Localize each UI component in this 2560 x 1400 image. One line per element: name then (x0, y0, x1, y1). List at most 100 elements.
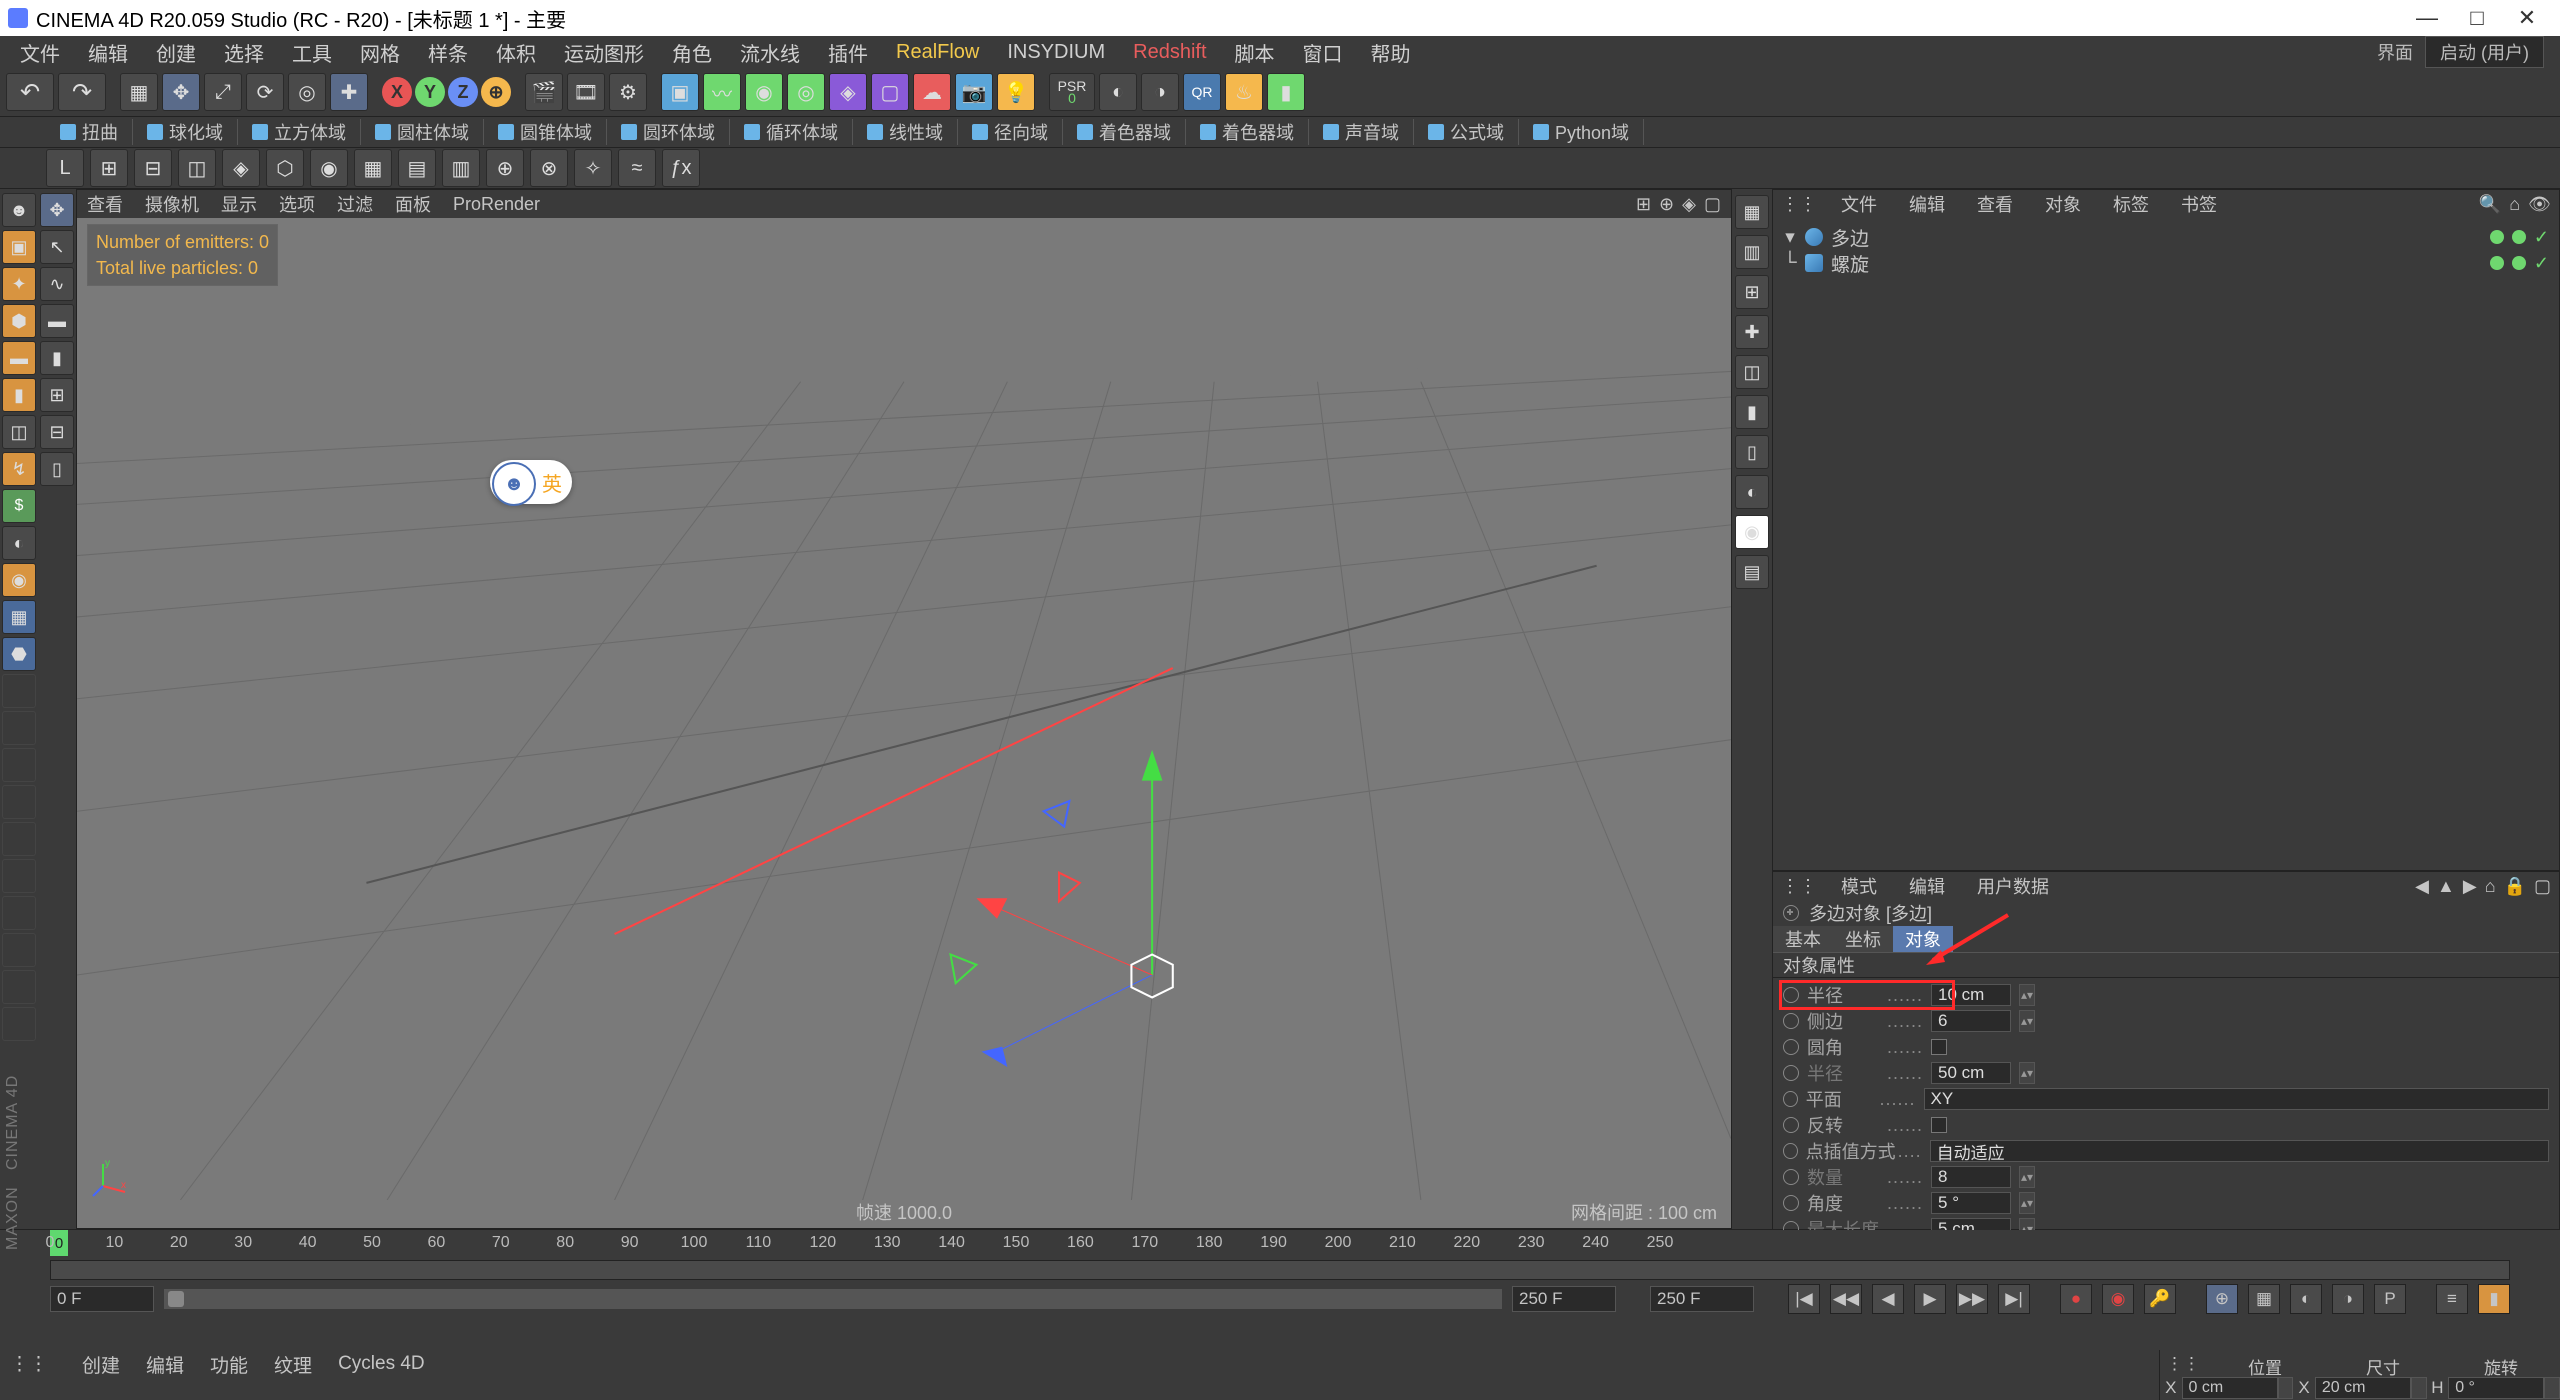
t2-12[interactable]: ⊗ (530, 149, 568, 187)
spinner-icon[interactable]: ▴▾ (2019, 1192, 2035, 1214)
generator-2[interactable]: ◎ (787, 73, 825, 111)
keyframe-icon[interactable] (1783, 1091, 1798, 1107)
menu-文件[interactable]: 文件 (6, 38, 74, 67)
menu-编辑[interactable]: 编辑 (74, 38, 142, 67)
t2-5[interactable]: ◈ (222, 149, 260, 187)
vp-menu-查看[interactable]: 查看 (87, 191, 123, 217)
mat-tab-功能[interactable]: 功能 (210, 1351, 248, 1378)
deformer-button[interactable]: ◈ (829, 73, 867, 111)
recent-tool-2[interactable]: ✚ (330, 73, 368, 111)
redo-button[interactable]: ↷ (58, 73, 106, 111)
cube-primitive[interactable]: ▣ (661, 73, 699, 111)
tl-end-field[interactable]: 250 F (1512, 1286, 1616, 1312)
t2-14[interactable]: ≈ (618, 149, 656, 187)
t2-8[interactable]: ▦ (354, 149, 392, 187)
attr-nav-back[interactable]: ◀ (2415, 876, 2429, 897)
render-dot[interactable] (2512, 230, 2526, 244)
obj-home-icon[interactable]: ⌂ (2509, 194, 2520, 215)
attr-tab-坐标[interactable]: 坐标 (1833, 926, 1893, 952)
rt-1[interactable]: ▦ (1735, 195, 1769, 229)
tool-d[interactable]: ▮ (1267, 73, 1305, 111)
menu-Redshift[interactable]: Redshift (1119, 41, 1220, 64)
vp-menu-选项[interactable]: 选项 (279, 191, 315, 217)
rt-9[interactable]: ◉ (1735, 515, 1769, 549)
spline-primitive[interactable]: 〰 (703, 73, 741, 111)
render-region-button[interactable]: 🎞 (567, 73, 605, 111)
move-tool[interactable]: ✥ (162, 73, 200, 111)
checkbox[interactable] (1931, 1117, 1947, 1133)
vp-menu-面板[interactable]: 面板 (395, 191, 431, 217)
menu-帮助[interactable]: 帮助 (1357, 38, 1425, 67)
ime-badge[interactable]: ☻ 英 (490, 460, 572, 504)
attr-tab-基本[interactable]: 基本 (1773, 926, 1833, 952)
light-button[interactable]: 💡 (997, 73, 1035, 111)
t2-2[interactable]: ⊞ (90, 149, 128, 187)
render-view-button[interactable]: 🎬 (525, 73, 563, 111)
tl-playback[interactable]: ◀ (1872, 1284, 1904, 1314)
tl-opt2[interactable]: ▦ (2248, 1284, 2280, 1314)
vp-menu-ProRender[interactable]: ProRender (453, 194, 540, 215)
object-row[interactable]: ▾多边✓ (1783, 224, 2549, 250)
t2-9[interactable]: ▤ (398, 149, 436, 187)
layout-dropdown[interactable]: 启动 (用户) (2425, 36, 2544, 68)
camera-button[interactable]: 📷 (955, 73, 993, 111)
deformer-圆环体域[interactable]: 圆环体域 (607, 119, 730, 145)
deformer-扭曲[interactable]: 扭曲 (46, 119, 133, 145)
live-select-icon[interactable]: ▦ (120, 73, 158, 111)
checkbox[interactable] (1931, 1039, 1947, 1055)
enable-check[interactable]: ✓ (2534, 253, 2549, 274)
rt-2[interactable]: ▥ (1735, 235, 1769, 269)
environment-button[interactable]: ☁ (913, 73, 951, 111)
tl-opt4[interactable]: ◑ (2332, 1284, 2364, 1314)
deformer-球化域[interactable]: 球化域 (133, 119, 238, 145)
spinner-icon[interactable]: ▴▾ (2019, 984, 2035, 1006)
attr-value-field[interactable]: 8 (1931, 1166, 2011, 1188)
lt-head[interactable]: ☻ (2, 193, 36, 227)
menu-样条[interactable]: 样条 (414, 38, 482, 67)
menu-窗口[interactable]: 窗口 (1289, 38, 1357, 67)
menu-插件[interactable]: 插件 (814, 38, 882, 67)
lt-12[interactable]: ⬣ (2, 637, 36, 671)
t2-7[interactable]: ◉ (310, 149, 348, 187)
deformer-声音域[interactable]: 声音域 (1309, 119, 1414, 145)
render-settings-button[interactable]: ⚙ (609, 73, 647, 111)
lt-4[interactable]: ▬ (2, 341, 36, 375)
vp-menu-过滤[interactable]: 过滤 (337, 191, 373, 217)
panel-grip-icon[interactable]: ⋮⋮ (10, 1353, 48, 1376)
rt-6[interactable]: ▮ (1735, 395, 1769, 429)
attr-nav-fwd[interactable]: ▶ (2463, 876, 2477, 897)
axis-x-toggle[interactable]: X (382, 77, 412, 107)
menu-网格[interactable]: 网格 (346, 38, 414, 67)
tl-autokey[interactable]: ◉ (2102, 1284, 2134, 1314)
lt2-2[interactable]: ∿ (40, 267, 74, 301)
menu-RealFlow[interactable]: RealFlow (882, 41, 993, 64)
tl-opt5[interactable]: P (2374, 1284, 2406, 1314)
field-button[interactable]: ▢ (871, 73, 909, 111)
rt-3[interactable]: ⊞ (1735, 275, 1769, 309)
lt-5[interactable]: ▮ (2, 378, 36, 412)
mat-tab-创建[interactable]: 创建 (82, 1351, 120, 1378)
rt-10[interactable]: ▤ (1735, 555, 1769, 589)
lt-9[interactable]: ◐ (2, 526, 36, 560)
panel-grip-icon[interactable]: ⋮⋮ (1781, 876, 1817, 897)
enable-check[interactable]: ✓ (2534, 227, 2549, 248)
tl-opt3[interactable]: ◐ (2290, 1284, 2322, 1314)
mat-tab-Cycles 4D[interactable]: Cycles 4D (338, 1353, 425, 1375)
attr-tab-对象[interactable]: 对象 (1893, 926, 1953, 952)
rotate-tool[interactable]: ⟳ (246, 73, 284, 111)
spinner-icon[interactable]: ▴▾ (2019, 1166, 2035, 1188)
deformer-Python域[interactable]: Python域 (1519, 119, 1644, 145)
deformer-径向域[interactable]: 径向域 (958, 119, 1063, 145)
deformer-立方体域[interactable]: 立方体域 (238, 119, 361, 145)
coord-rot[interactable]: 0 ° (2448, 1377, 2544, 1399)
object-row[interactable]: └螺旋✓ (1783, 250, 2549, 276)
vp-icon-1[interactable]: ⊞ (1636, 194, 1651, 215)
vp-icon-4[interactable]: ▢ (1704, 194, 1721, 215)
attr-value-field[interactable]: 6 (1931, 1010, 2011, 1032)
deformer-线性域[interactable]: 线性域 (853, 119, 958, 145)
tl-opt6[interactable]: ≡ (2436, 1284, 2468, 1314)
tl-gostart[interactable]: |◀ (1788, 1284, 1820, 1314)
attr-value-field[interactable]: 5 ° (1931, 1192, 2011, 1214)
lt2-7[interactable]: ▯ (40, 452, 74, 486)
menu-创建[interactable]: 创建 (142, 38, 210, 67)
